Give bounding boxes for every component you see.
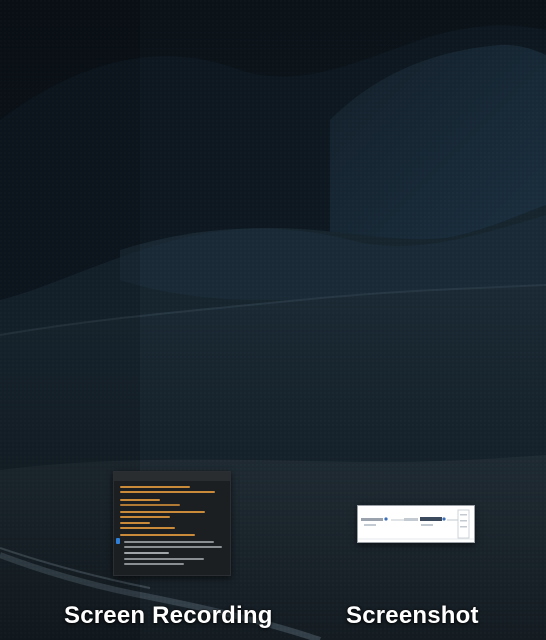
- text-line: [124, 563, 184, 565]
- text-line: [120, 504, 180, 506]
- image-thumbnail-icon[interactable]: [357, 505, 475, 543]
- video-thumbnail-icon[interactable]: [113, 471, 231, 576]
- text-line: [120, 527, 175, 529]
- cursor-mark: [116, 538, 120, 544]
- text-line: [120, 522, 150, 524]
- window-titlebar: [114, 472, 230, 481]
- file-label[interactable]: Screenshot: [346, 602, 479, 630]
- text-line: [120, 486, 190, 488]
- text-line: [124, 558, 204, 560]
- text-line: [124, 541, 214, 543]
- desktop-wallpaper: [0, 0, 546, 640]
- text-line: [124, 546, 222, 548]
- file-label[interactable]: Screen Recording: [64, 602, 273, 630]
- text-line: [124, 552, 169, 554]
- text-line: [120, 499, 160, 501]
- screenshot-preview: [358, 506, 474, 542]
- text-line: [120, 534, 195, 536]
- text-line: [120, 511, 205, 513]
- text-line: [120, 491, 215, 493]
- wallpaper-image: [0, 0, 546, 640]
- text-line: [120, 516, 170, 518]
